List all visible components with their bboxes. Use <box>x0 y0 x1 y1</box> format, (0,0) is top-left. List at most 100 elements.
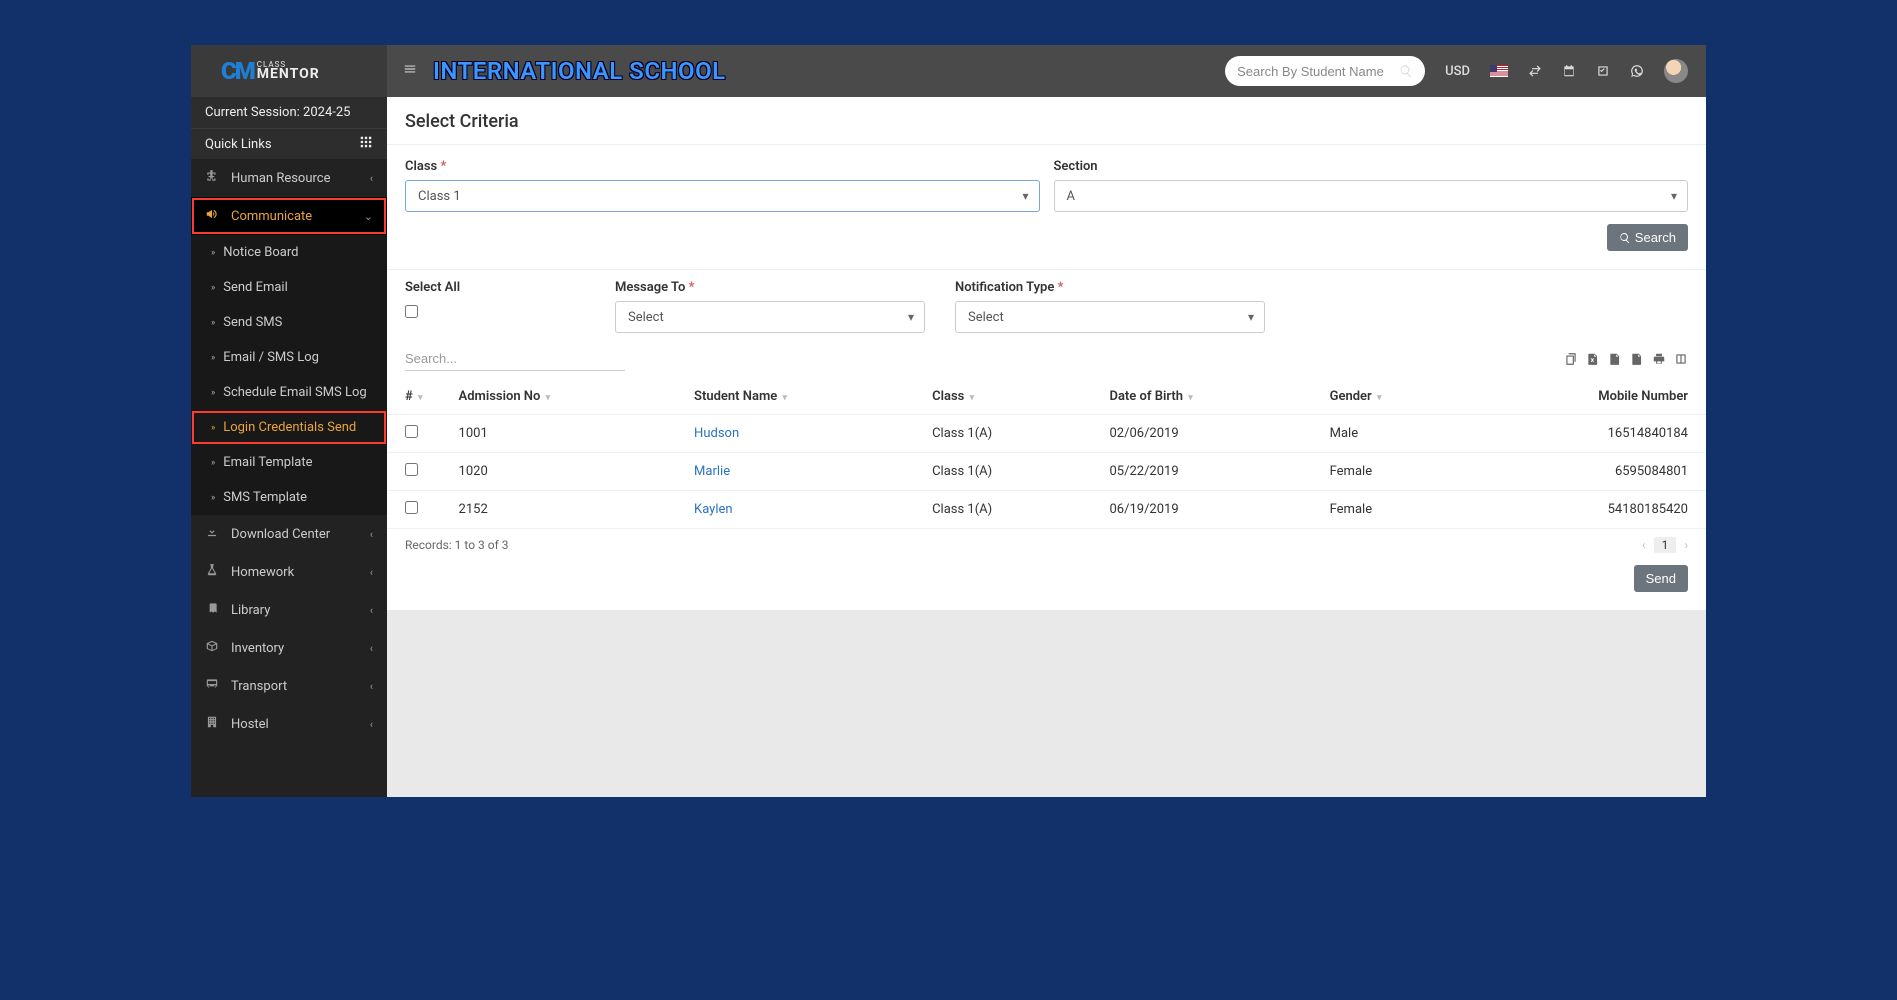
double-chevron-icon: » <box>211 458 215 468</box>
sidebar-item-hostel[interactable]: Hostel ‹ <box>191 705 387 743</box>
select-all-label: Select All <box>405 280 585 295</box>
sidebar-item-download-center[interactable]: Download Center‹ <box>191 515 387 553</box>
chevron-left-icon: ‹ <box>370 718 373 731</box>
notification-type-label: Notification Type * <box>955 280 1265 295</box>
sidebar-subitem-login-credentials-send[interactable]: »Login Credentials Send <box>191 410 387 445</box>
sidebar-subitem-schedule-email-sms-log[interactable]: »Schedule Email SMS Log <box>191 375 387 410</box>
session-label: Current Session: 2024-25 <box>191 97 387 128</box>
sidebar-item-homework[interactable]: Homework‹ <box>191 553 387 591</box>
csv-icon[interactable] <box>1608 352 1622 366</box>
col-mobile[interactable]: Mobile Number <box>1474 379 1706 415</box>
copy-icon[interactable] <box>1564 352 1578 366</box>
row-checkbox[interactable] <box>405 501 418 514</box>
send-button[interactable]: Send <box>1634 565 1688 592</box>
cell-dob: 05/22/2019 <box>1091 453 1311 491</box>
sidebar-subitem-label: Email / SMS Log <box>223 350 319 365</box>
double-chevron-icon: » <box>211 283 215 293</box>
records-text: Records: 1 to 3 of 3 <box>405 538 509 552</box>
double-chevron-icon: » <box>211 423 215 433</box>
col-gender[interactable]: Gender ▾ <box>1312 379 1474 415</box>
cell-dob: 02/06/2019 <box>1091 415 1311 453</box>
menu-toggle-icon[interactable] <box>387 62 433 80</box>
page-next[interactable]: › <box>1684 538 1688 552</box>
col-hash[interactable]: # ▾ <box>387 379 441 415</box>
building-icon <box>205 715 223 733</box>
school-title: INTERNATIONAL SCHOOL <box>433 57 726 85</box>
notification-type-select[interactable]: Select <box>955 301 1265 333</box>
sidebar-subitem-label: Send Email <box>223 280 288 295</box>
col-admission[interactable]: Admission No ▾ <box>441 379 677 415</box>
col-name[interactable]: Student Name ▾ <box>676 379 914 415</box>
search-icon[interactable] <box>1399 64 1413 78</box>
message-to-select[interactable]: Select <box>615 301 925 333</box>
sidebar-subitem-notice-board[interactable]: »Notice Board <box>191 235 387 270</box>
col-dob[interactable]: Date of Birth ▾ <box>1091 379 1311 415</box>
sidebar-item-communicate[interactable]: Communicate⌄ <box>191 197 387 235</box>
message-to-label: Message To * <box>615 280 925 295</box>
chevron-left-icon: ‹ <box>370 172 373 185</box>
class-label: Class * <box>405 159 1040 174</box>
excel-icon[interactable] <box>1586 352 1600 366</box>
table-row: 1020MarlieClass 1(A)05/22/2019Female6595… <box>387 453 1706 491</box>
cell-admission: 1001 <box>441 415 677 453</box>
row-checkbox[interactable] <box>405 425 418 438</box>
sidebar-item-inventory[interactable]: Inventory‹ <box>191 629 387 667</box>
student-search-input[interactable] <box>1237 64 1399 79</box>
logo[interactable]: CM CLASSMENTOR <box>191 45 387 97</box>
class-select[interactable]: Class 1 <box>405 180 1040 212</box>
sidebar-subitem-label: Notice Board <box>223 245 298 260</box>
quick-links[interactable]: Quick Links <box>191 128 387 159</box>
export-icons <box>1564 352 1688 366</box>
students-table: # ▾ Admission No ▾ Student Name ▾ Class … <box>387 379 1706 529</box>
sidebar-subitem-send-sms[interactable]: »Send SMS <box>191 305 387 340</box>
swap-icon[interactable] <box>1528 64 1542 78</box>
columns-icon[interactable] <box>1674 352 1688 366</box>
sidebar-item-label: Hostel <box>231 717 269 732</box>
logo-mark: CM <box>221 57 254 85</box>
sidebar-subitem-send-email[interactable]: » Send Email <box>191 270 387 305</box>
sidebar-subitem-sms-template[interactable]: »SMS Template <box>191 480 387 515</box>
student-link[interactable]: Hudson <box>694 426 739 441</box>
avatar[interactable] <box>1664 59 1688 83</box>
cell-mobile: 54180185420 <box>1474 491 1706 529</box>
sidebar-item-transport[interactable]: Transport‹ <box>191 667 387 705</box>
student-link[interactable]: Marlie <box>694 464 730 479</box>
pdf-icon[interactable] <box>1630 352 1644 366</box>
row-checkbox[interactable] <box>405 463 418 476</box>
cell-mobile: 6595084801 <box>1474 453 1706 491</box>
cell-mobile: 16514840184 <box>1474 415 1706 453</box>
student-link[interactable]: Kaylen <box>694 502 733 517</box>
sidebar-subitem-label: Schedule Email SMS Log <box>223 385 367 400</box>
content: Select Criteria Class * Class 1 Section … <box>387 97 1706 797</box>
chevron-left-icon: ‹ <box>370 566 373 579</box>
page-current: 1 <box>1654 537 1677 553</box>
sidebar-subitem-email-template[interactable]: » Email Template <box>191 445 387 480</box>
section-label: Section <box>1054 159 1689 174</box>
flag-icon[interactable] <box>1490 65 1508 77</box>
cell-class: Class 1(A) <box>914 415 1091 453</box>
cell-gender: Male <box>1312 415 1474 453</box>
logo-text: CLASSMENTOR <box>257 61 320 81</box>
cell-admission: 2152 <box>441 491 677 529</box>
section-select[interactable]: A <box>1054 180 1689 212</box>
calendar-icon[interactable] <box>1562 64 1576 78</box>
task-check-icon[interactable] <box>1596 64 1610 78</box>
sidebar-item-label: Communicate <box>231 209 312 224</box>
col-class[interactable]: Class ▾ <box>914 379 1091 415</box>
cell-dob: 06/19/2019 <box>1091 491 1311 529</box>
table-search-input[interactable] <box>405 347 625 371</box>
sidebar-item-label: Transport <box>231 679 287 694</box>
pagination: ‹ 1 › <box>1642 537 1688 553</box>
search-button[interactable]: Search <box>1607 224 1688 251</box>
sidebar-item-human-resource[interactable]: Human Resource‹ <box>191 159 387 197</box>
sidebar-subitem-label: Email Template <box>223 455 312 470</box>
page-prev[interactable]: ‹ <box>1642 538 1646 552</box>
whatsapp-icon[interactable] <box>1630 64 1644 78</box>
select-all-checkbox[interactable] <box>405 305 418 318</box>
sidebar-item-library[interactable]: Library‹ <box>191 591 387 629</box>
sidebar-subitem-email-sms-log[interactable]: »Email / SMS Log <box>191 340 387 375</box>
double-chevron-icon: » <box>211 493 215 503</box>
box-icon <box>205 639 223 657</box>
currency-selector[interactable]: USD <box>1445 64 1470 79</box>
print-icon[interactable] <box>1652 352 1666 366</box>
